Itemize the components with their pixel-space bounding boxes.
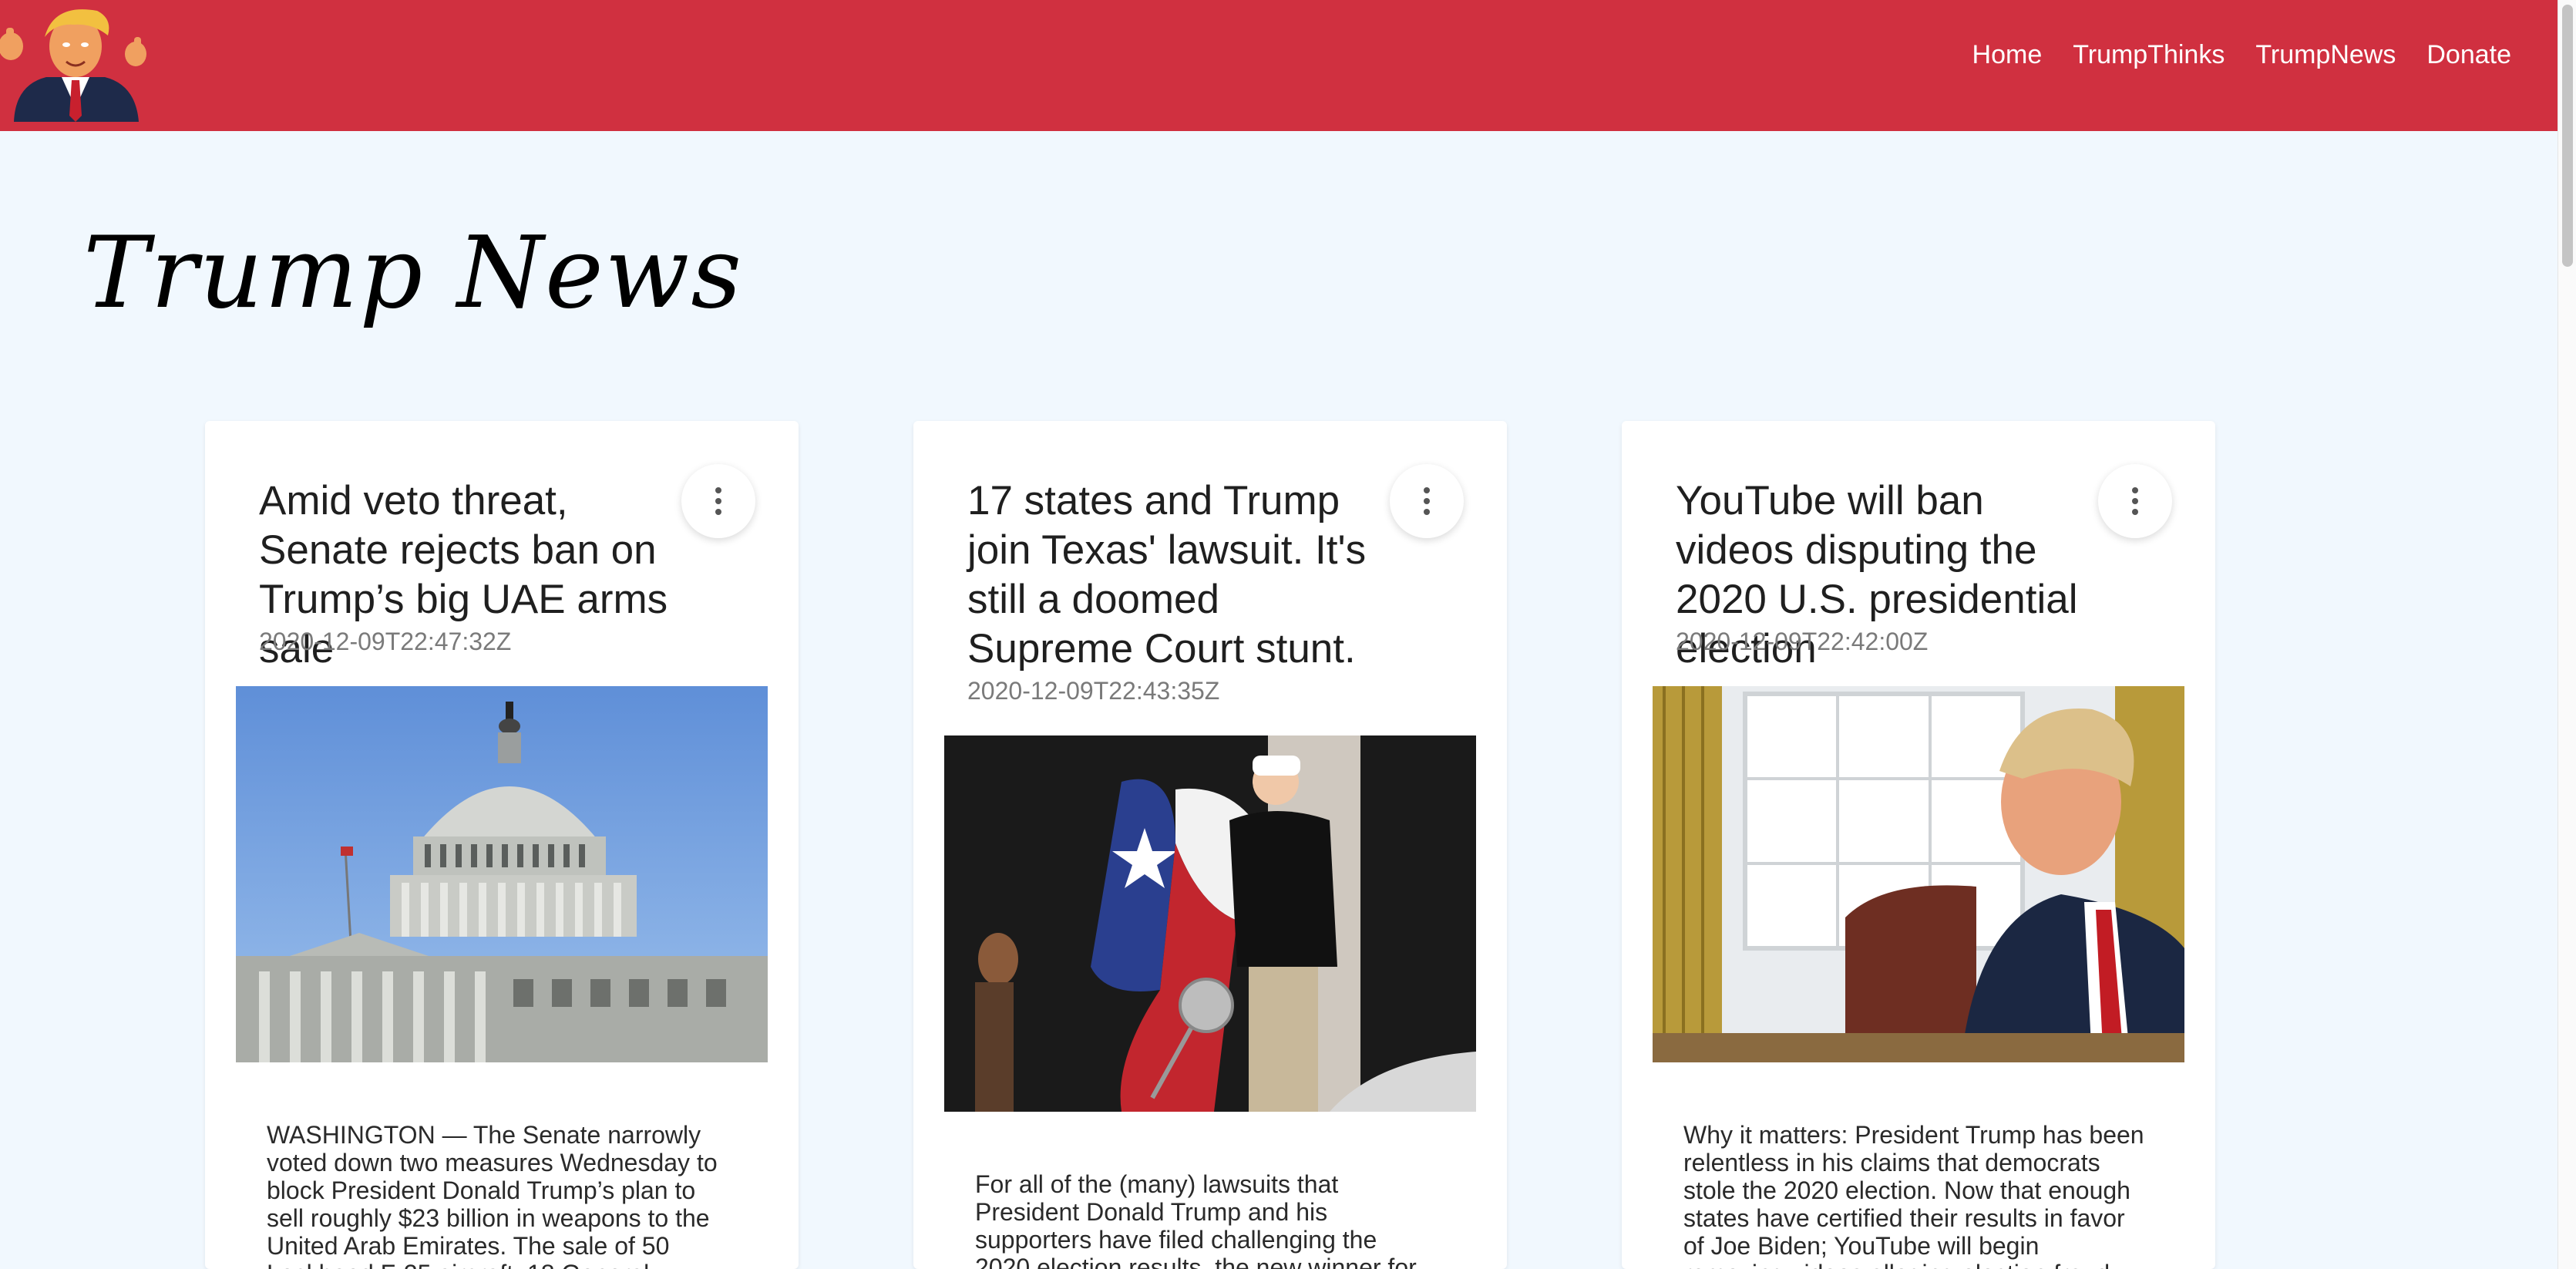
card-menu-button[interactable] xyxy=(1390,464,1464,538)
article-image[interactable] xyxy=(1653,686,2184,1062)
article-image[interactable] xyxy=(236,686,768,1062)
card-menu-button[interactable] xyxy=(2098,464,2172,538)
news-card: YouTube will ban videos disputing the 20… xyxy=(1622,421,2215,1269)
more-vertical-icon xyxy=(1424,487,1430,515)
article-title[interactable]: 17 states and Trump join Texas' lawsuit.… xyxy=(967,476,1384,674)
news-card: Amid veto threat, Senate rejects ban on … xyxy=(205,421,799,1269)
scrollbar-thumb[interactable] xyxy=(2562,5,2573,267)
nav-trumpnews-link[interactable]: TrumpNews xyxy=(2255,40,2396,70)
nav-home-link[interactable]: Home xyxy=(1972,40,2043,70)
article-date: 2020-12-09T22:47:32Z xyxy=(259,628,512,655)
page-title: Trump News xyxy=(83,216,743,331)
article-date: 2020-12-09T22:43:35Z xyxy=(967,677,1220,705)
nav-trumpthinks-link[interactable]: TrumpThinks xyxy=(2073,40,2225,70)
trump-cartoon-logo[interactable] xyxy=(0,0,151,122)
more-vertical-icon xyxy=(2132,487,2138,515)
news-card: 17 states and Trump join Texas' lawsuit.… xyxy=(913,421,1507,1269)
navbar: Home TrumpThinks TrumpNews Donate xyxy=(0,0,2558,131)
article-summary: Why it matters: President Trump has been… xyxy=(1683,1121,2144,1269)
more-vertical-icon xyxy=(715,487,721,515)
main-nav: Home TrumpThinks TrumpNews Donate xyxy=(1972,40,2511,70)
nav-donate-link[interactable]: Donate xyxy=(2426,40,2511,70)
article-image[interactable] xyxy=(944,735,1476,1112)
article-summary: WASHINGTON — The Senate narrowly voted d… xyxy=(267,1121,718,1269)
article-date: 2020-12-09T22:42:00Z xyxy=(1676,628,1929,655)
card-menu-button[interactable] xyxy=(681,464,755,538)
article-summary: For all of the (many) lawsuits that Pres… xyxy=(975,1170,1417,1269)
